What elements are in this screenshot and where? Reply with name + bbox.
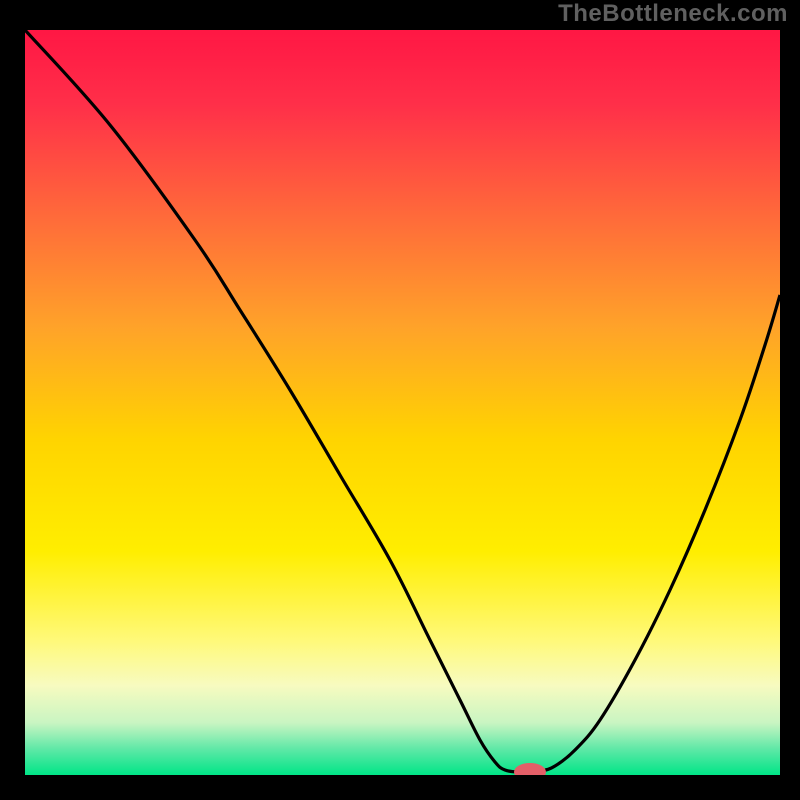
axis-border xyxy=(0,0,25,800)
chart-frame: TheBottleneck.com xyxy=(0,0,800,800)
watermark-text: TheBottleneck.com xyxy=(558,0,788,28)
axis-border xyxy=(780,0,800,800)
plot-background xyxy=(25,30,780,775)
chart-svg xyxy=(0,0,800,800)
axis-border xyxy=(0,775,800,800)
